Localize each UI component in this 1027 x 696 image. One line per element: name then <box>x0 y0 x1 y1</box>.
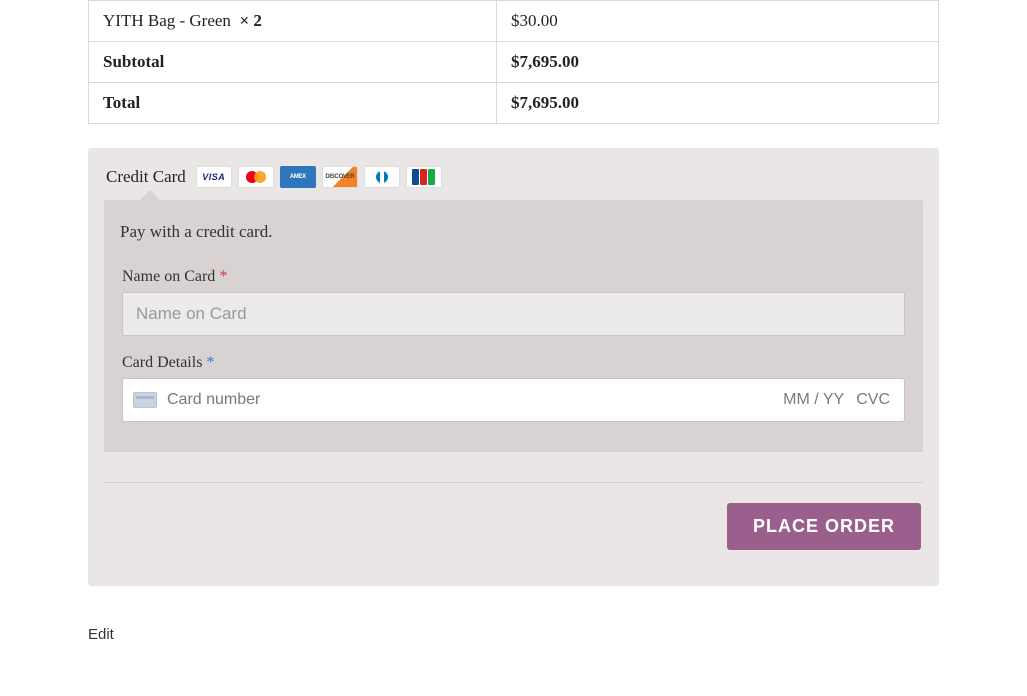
card-details-field: Card Details * Card number MM / YY CVC <box>120 354 907 422</box>
place-order-button[interactable]: PLACE ORDER <box>727 503 921 550</box>
card-number-placeholder: Card number <box>167 391 771 409</box>
subtotal-label: Subtotal <box>103 52 164 71</box>
discover-icon: DISCOVER <box>322 166 358 188</box>
credit-card-icon <box>133 392 157 408</box>
total-label: Total <box>103 93 140 112</box>
required-indicator: * <box>206 354 214 371</box>
table-row: Total $7,695.00 <box>89 83 939 124</box>
payment-method-body: Pay with a credit card. Name on Card * C… <box>104 200 923 452</box>
total-value: $7,695.00 <box>511 93 579 112</box>
order-summary-table: YITH Bag - Green × 2 $30.00 Subtotal $7,… <box>88 0 939 124</box>
diners-icon <box>364 166 400 188</box>
edit-link[interactable]: Edit <box>88 626 114 643</box>
product-name: YITH Bag - Green <box>103 11 231 30</box>
name-on-card-input[interactable] <box>122 292 905 336</box>
table-row: YITH Bag - Green × 2 $30.00 <box>89 1 939 42</box>
card-expiry-placeholder: MM / YY <box>783 391 844 409</box>
product-qty: × 2 <box>239 11 261 30</box>
card-cvc-placeholder: CVC <box>856 391 890 409</box>
line-price: $30.00 <box>511 11 558 30</box>
visa-icon: VISA <box>196 166 232 188</box>
name-on-card-label: Name on Card * <box>122 268 905 286</box>
mastercard-icon <box>238 166 274 188</box>
payment-methods-panel: Credit Card VISA AMEX DISCOVER Pay with … <box>88 148 939 586</box>
required-indicator: * <box>219 268 227 285</box>
payment-method-header[interactable]: Credit Card VISA AMEX DISCOVER <box>104 164 923 200</box>
card-details-label: Card Details * <box>122 354 905 372</box>
amex-icon: AMEX <box>280 166 316 188</box>
actions-row: PLACE ORDER <box>104 483 923 570</box>
table-row: Subtotal $7,695.00 <box>89 42 939 83</box>
card-details-input[interactable]: Card number MM / YY CVC <box>122 378 905 422</box>
subtotal-value: $7,695.00 <box>511 52 579 71</box>
jcb-icon <box>406 166 442 188</box>
card-brand-logos: VISA AMEX DISCOVER <box>196 166 442 188</box>
name-on-card-field: Name on Card * <box>120 268 907 336</box>
payment-method-label: Credit Card <box>106 167 186 187</box>
payment-description: Pay with a credit card. <box>120 222 907 242</box>
